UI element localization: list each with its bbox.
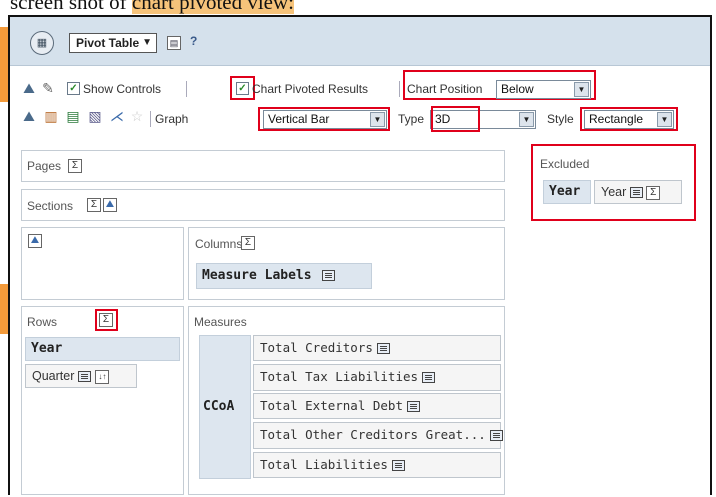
measure-group-ccoa[interactable]: CCoA bbox=[199, 335, 251, 479]
stacked-chart-icon[interactable]: ▤ bbox=[64, 107, 82, 125]
sections-drop-zone[interactable]: Sections Σ ⛰ bbox=[21, 189, 505, 221]
rows-label: Rows bbox=[27, 315, 58, 329]
combo-chart-icon[interactable]: ▧ bbox=[86, 107, 104, 125]
menu-icon[interactable] bbox=[407, 401, 420, 412]
chart-icon[interactable]: ⛰ bbox=[103, 198, 117, 212]
show-controls-label: Show Controls bbox=[83, 82, 162, 96]
measure-item[interactable]: Total Creditors bbox=[253, 335, 501, 361]
row-item-label: Quarter bbox=[32, 369, 75, 383]
measures-drop-zone[interactable]: Measures CCoA Total Creditors Total Tax … bbox=[188, 306, 505, 495]
sigma-totals-icon[interactable]: Σ bbox=[241, 236, 255, 250]
menu-icon[interactable] bbox=[489, 430, 503, 441]
highlight-rows-sigma bbox=[95, 309, 118, 331]
measure-item[interactable]: Total Other Creditors Great... bbox=[253, 422, 503, 449]
chevron-down-icon: ▼ bbox=[370, 112, 385, 127]
area-chart-icon[interactable]: ⛰ bbox=[20, 107, 38, 125]
chevron-down-icon: ▼ bbox=[142, 37, 152, 48]
divider bbox=[186, 81, 187, 97]
pivot-table-view-icon[interactable]: ▦ bbox=[30, 31, 54, 55]
line-chart-icon[interactable]: ⋌ bbox=[108, 107, 126, 125]
page-caption: screen shot of chart pivoted view: bbox=[10, 0, 295, 15]
menu-icon[interactable] bbox=[391, 460, 405, 471]
sigma-totals-icon[interactable]: Σ bbox=[646, 185, 661, 200]
chevron-down-icon: ▼ bbox=[519, 112, 534, 127]
view-type-value: Pivot Table bbox=[76, 36, 140, 50]
chart-corner-zone: ⛰ bbox=[21, 227, 184, 300]
rows-drop-zone[interactable]: Rows Σ Year Quarter ↓↑ bbox=[21, 306, 184, 495]
divider bbox=[399, 81, 400, 97]
sigma-totals-icon[interactable]: Σ bbox=[87, 198, 101, 212]
menu-icon[interactable] bbox=[321, 270, 335, 281]
chart-style-select[interactable]: Rectangle ▼ bbox=[584, 110, 674, 129]
edit-chart-icon[interactable]: ✎ bbox=[39, 79, 57, 97]
controls-bar: ⛰ ✎ ✓ Show Controls ✓ Chart Pivoted Resu… bbox=[10, 70, 710, 102]
measure-label: Total External Debt bbox=[260, 398, 403, 413]
columns-label: Columns bbox=[195, 237, 243, 251]
pages-label: Pages bbox=[27, 159, 62, 173]
excluded-item-label: Year bbox=[601, 185, 627, 199]
divider bbox=[150, 111, 151, 127]
measure-item[interactable]: Total Liabilities bbox=[253, 452, 501, 478]
measure-label: Total Other Creditors Great... bbox=[260, 427, 486, 442]
row-item-year[interactable]: Year bbox=[25, 337, 180, 361]
graph-type-select[interactable]: Vertical Bar ▼ bbox=[263, 110, 387, 129]
measure-label: Total Liabilities bbox=[260, 457, 388, 472]
view-type-dropdown[interactable]: Pivot Table ▼ bbox=[69, 33, 157, 53]
type-label: Type bbox=[398, 112, 425, 126]
chart-icon[interactable]: ⛰ bbox=[28, 234, 42, 248]
column-item-label: Measure Labels bbox=[202, 268, 312, 283]
menu-icon[interactable] bbox=[78, 371, 92, 383]
excluded-header-year[interactable]: Year bbox=[543, 180, 591, 204]
excluded-item-year[interactable]: Year Σ bbox=[594, 180, 682, 204]
menu-icon[interactable] bbox=[422, 372, 436, 383]
chevron-down-icon: ▼ bbox=[657, 112, 672, 127]
highlight-type-select bbox=[431, 106, 480, 132]
chart-position-select[interactable]: Below ▼ bbox=[496, 80, 591, 99]
measure-item[interactable]: Total Tax Liabilities bbox=[253, 364, 501, 391]
help-icon[interactable]: ? bbox=[190, 34, 197, 48]
chart-type-icon[interactable]: ⛰ bbox=[20, 79, 38, 97]
caption-text: screen shot of bbox=[10, 0, 132, 14]
measure-item[interactable]: Total External Debt bbox=[253, 393, 501, 419]
header-bar: ▦ Pivot Table ▼ ▤ ? bbox=[10, 17, 710, 66]
menu-icon[interactable] bbox=[376, 343, 390, 354]
excluded-drop-zone[interactable]: Excluded Year Year Σ bbox=[536, 148, 691, 216]
column-item-measure-labels[interactable]: Measure Labels bbox=[196, 263, 372, 289]
properties-icon[interactable]: ▤ bbox=[167, 36, 181, 50]
measures-label: Measures bbox=[194, 315, 247, 329]
columns-drop-zone[interactable]: Columns Σ Measure Labels bbox=[188, 227, 505, 300]
chevron-down-icon: ▼ bbox=[574, 82, 589, 97]
row-item-quarter[interactable]: Quarter ↓↑ bbox=[25, 364, 137, 388]
chart-pivoted-results-label: Chart Pivoted Results bbox=[252, 82, 369, 96]
excluded-label: Excluded bbox=[540, 157, 590, 171]
chart-position-value: Below bbox=[501, 82, 534, 96]
graph-label: Graph bbox=[155, 112, 189, 126]
measure-label: Total Tax Liabilities bbox=[260, 369, 419, 384]
caption-highlight: chart pivoted view: bbox=[131, 0, 295, 14]
style-label: Style bbox=[547, 112, 574, 126]
bar-chart-icon[interactable]: ▥ bbox=[42, 107, 60, 125]
menu-icon[interactable] bbox=[630, 187, 644, 199]
sigma-totals-icon[interactable]: Σ bbox=[68, 159, 82, 173]
pages-drop-zone[interactable]: Pages Σ bbox=[21, 150, 505, 182]
show-controls-checkbox[interactable]: ✓ bbox=[67, 82, 80, 95]
sections-label: Sections bbox=[27, 199, 74, 213]
sort-icon[interactable]: ↓↑ bbox=[95, 369, 110, 384]
graph-options-bar: ⛰ ▥ ▤ ▧ ⋌ ☆ Graph Vertical Bar ▼ Type 3D… bbox=[10, 104, 710, 132]
chart-position-label: Chart Position bbox=[407, 82, 483, 96]
chart-style-value: Rectangle bbox=[589, 112, 644, 126]
graph-type-value: Vertical Bar bbox=[268, 112, 330, 126]
star-icon[interactable]: ☆ bbox=[128, 107, 146, 125]
pivot-editor-window: ▦ Pivot Table ▼ ▤ ? ⛰ ✎ ✓ Show Controls … bbox=[8, 15, 712, 495]
measure-label: Total Creditors bbox=[260, 340, 373, 355]
